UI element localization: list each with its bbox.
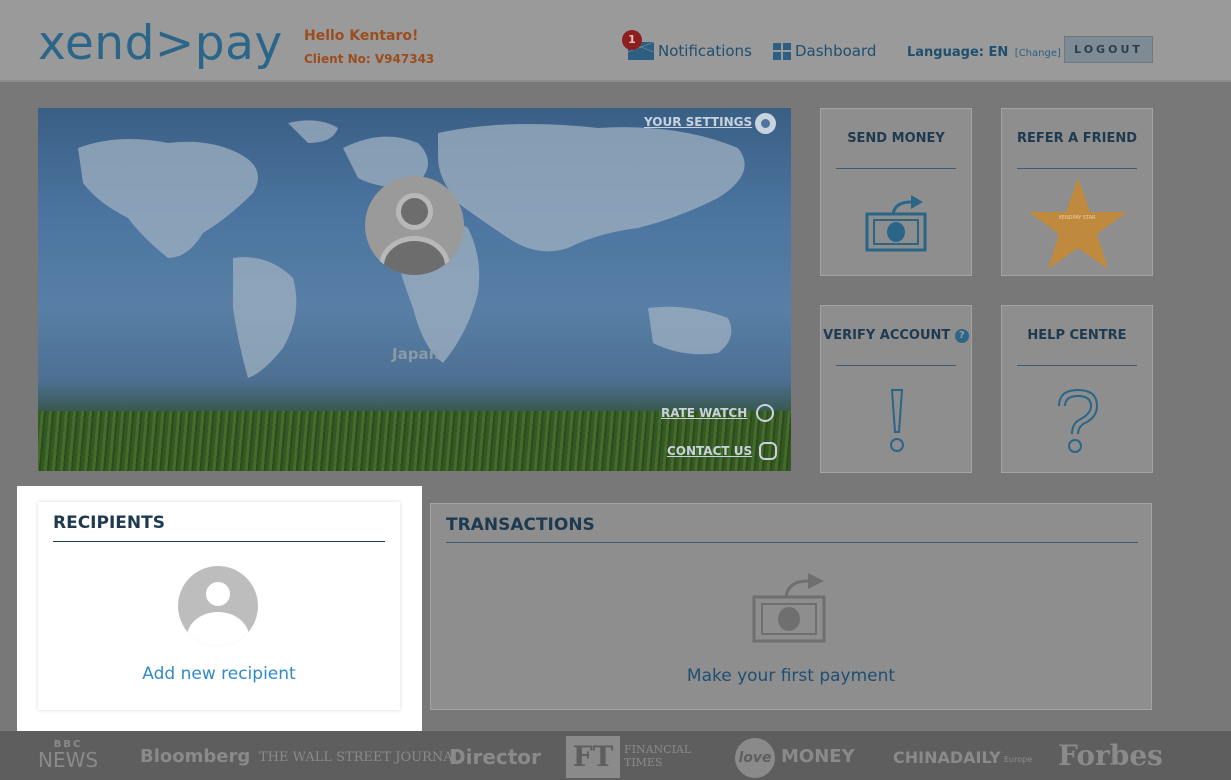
recipient-avatar-icon[interactable] <box>178 566 258 646</box>
china-daily-logo: CHINADAILY <box>893 748 1001 767</box>
grass-foreground <box>38 411 791 471</box>
wsj-logo: THE WALL STREET JOURNAL. <box>259 750 466 765</box>
magnifier-icon <box>756 404 774 422</box>
dashboard-link[interactable]: Dashboard <box>773 42 876 60</box>
financial-times-text: FINANCIAL TIMES <box>624 743 692 769</box>
contact-us-link[interactable]: CONTACT US <box>667 444 752 458</box>
notification-count-badge: 1 <box>622 30 642 50</box>
logout-button[interactable]: LOGOUT <box>1064 36 1153 63</box>
money-transfer-icon <box>865 195 927 252</box>
top-header: xend>pay Hello Kentaro! Client No: V9473… <box>0 0 1231 82</box>
ft-logo: FT <box>566 736 620 778</box>
bloomberg-logo: Bloomberg <box>140 746 251 767</box>
rate-watch-link[interactable]: RATE WATCH <box>661 406 747 420</box>
refer-friend-title: REFER A FRIEND <box>1016 131 1138 146</box>
help-centre-title: HELP CENTRE <box>1027 328 1127 343</box>
star-caption: XENDPAY STAR <box>1058 215 1096 221</box>
dashboard-icon <box>773 42 791 60</box>
avatar-body <box>187 612 249 646</box>
send-money-tile[interactable]: SEND MONEY <box>820 108 972 276</box>
question-mark-icon <box>1058 388 1099 453</box>
avatar-head <box>396 193 433 230</box>
recipients-panel: RECIPIENTS Add new recipient <box>38 502 400 710</box>
verify-account-title: VERIFY ACCOUNT ? <box>821 328 971 343</box>
avatar-body <box>379 236 450 275</box>
phone-icon <box>759 442 777 460</box>
help-centre-tile[interactable]: HELP CENTRE <box>1001 305 1153 473</box>
director-logo: Director <box>449 745 541 769</box>
info-icon[interactable]: ? <box>954 328 969 343</box>
dashboard-label: Dashboard <box>795 42 877 60</box>
star-icon <box>1029 178 1127 269</box>
transactions-panel: TRANSACTIONS Make your first payment <box>430 503 1152 710</box>
recipients-highlight: RECIPIENTS Add new recipient <box>17 486 422 731</box>
language-selector: Language: EN [Change] <box>907 45 1061 60</box>
press-footer: BBC NEWS Bloomberg THE WALL STREET JOURN… <box>0 731 1231 780</box>
language-change-link[interactable]: [Change] <box>1015 48 1061 59</box>
panel-divider <box>446 542 1138 543</box>
make-first-payment-link[interactable]: Make your first payment <box>431 666 1151 686</box>
notifications-label: Notifications <box>658 42 752 60</box>
lovemoney-logo: love <box>735 738 775 778</box>
tile-divider <box>1017 168 1137 169</box>
client-number: Client No: V947343 <box>304 52 435 66</box>
language-label: Language: EN <box>907 45 1009 60</box>
tile-divider <box>1017 365 1137 366</box>
greeting-text: Hello Kentaro! <box>304 28 419 44</box>
bbc-news-logo: BBC NEWS <box>38 739 99 772</box>
money-transfer-icon <box>752 573 826 643</box>
exclamation-icon <box>890 389 904 452</box>
notifications-link[interactable]: 1 Notifications <box>622 30 752 60</box>
avatar-head <box>202 578 234 610</box>
tile-divider <box>836 365 956 366</box>
country-label: Japan <box>392 345 440 363</box>
refer-friend-tile[interactable]: REFER A FRIEND XENDPAY STAR <box>1001 108 1153 276</box>
add-new-recipient-link[interactable]: Add new recipient <box>38 664 400 684</box>
verify-account-tile[interactable]: VERIFY ACCOUNT ? <box>820 305 972 473</box>
xendpay-logo[interactable]: xend>pay <box>38 14 283 74</box>
gear-icon[interactable] <box>755 113 776 134</box>
china-daily-sub: Europe <box>1004 755 1033 764</box>
panel-divider <box>53 541 385 542</box>
forbes-logo: Forbes <box>1058 739 1163 772</box>
your-settings-link[interactable]: YOUR SETTINGS <box>644 115 752 129</box>
profile-avatar[interactable] <box>365 176 464 275</box>
tile-divider <box>836 168 956 169</box>
transactions-title: TRANSACTIONS <box>446 515 595 535</box>
recipients-title: RECIPIENTS <box>53 513 165 533</box>
lovemoney-text: MONEY <box>781 746 855 767</box>
send-money-title: SEND MONEY <box>847 131 945 146</box>
verify-account-label: VERIFY ACCOUNT <box>823 328 951 343</box>
